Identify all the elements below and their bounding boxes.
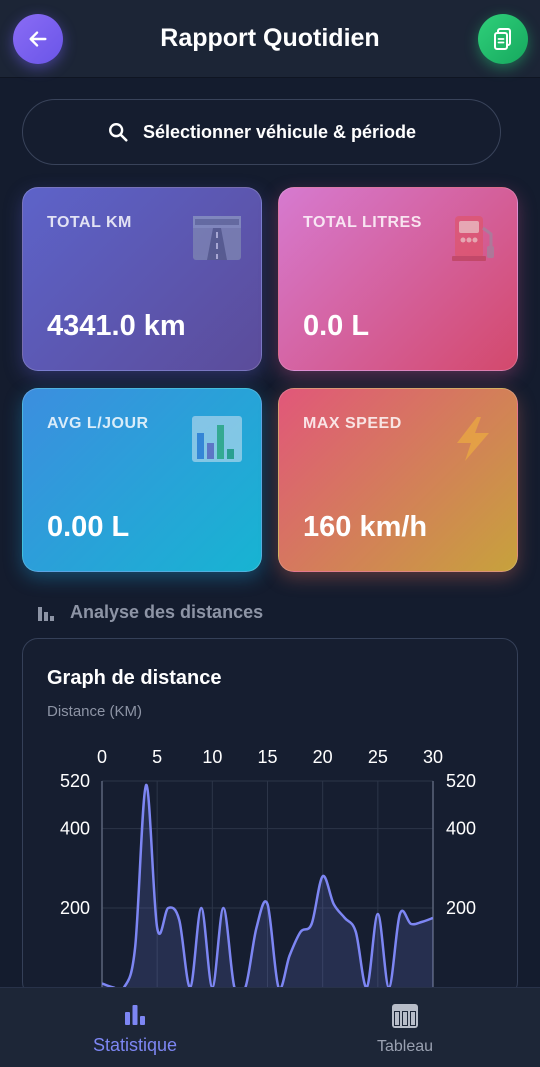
fuel-pump-icon	[452, 216, 494, 261]
x-tick-label: 30	[423, 747, 443, 767]
y-tick-label-left: 520	[60, 771, 90, 791]
x-tick-label: 10	[202, 747, 222, 767]
page-title: Rapport Quotidien	[160, 24, 380, 52]
document-icon	[494, 28, 511, 50]
distance-analysis-heading: Analyse des distances	[36, 602, 263, 623]
card-label: AVG L/JOUR	[47, 415, 149, 432]
x-tick-label: 20	[313, 747, 333, 767]
y-tick-label-left: 400	[60, 819, 90, 839]
distance-line-chart: 0 5 10 15 20 25 30520 520400 400200 200	[60, 747, 476, 997]
total-litres-card: TOTAL LITRES 0.0 L	[278, 187, 518, 371]
selector-label: Sélectionner véhicule & période	[142, 121, 417, 142]
card-value: 160 km/h	[303, 511, 428, 543]
y-tick-label-right: 200	[446, 898, 476, 918]
card-label: TOTAL KM	[47, 214, 132, 231]
search-icon	[108, 123, 128, 142]
bottom-navigation: Statistique Tableau	[0, 987, 540, 1067]
card-label: MAX SPEED	[303, 415, 402, 432]
table-icon	[392, 1004, 418, 1028]
avg-litres-per-day-card: AVG L/JOUR 0.00 L	[22, 388, 262, 572]
road-icon	[193, 216, 241, 260]
x-tick-label: 5	[152, 747, 162, 767]
nav-tab-tableau[interactable]: Tableau	[270, 988, 540, 1067]
app-bar: Rapport Quotidien	[0, 0, 540, 78]
total-km-card: TOTAL KM 4341.0 km	[22, 187, 262, 371]
x-tick-label: 25	[368, 747, 388, 767]
lightning-icon	[457, 417, 489, 461]
max-speed-card: MAX SPEED 160 km/h	[278, 388, 518, 572]
export-document-button[interactable]	[478, 14, 528, 64]
bar-chart-icon	[125, 1005, 145, 1025]
card-value: 0.00 L	[47, 511, 130, 543]
bar-chart-icon	[192, 416, 242, 462]
distance-chart-card: Graph de distance Distance (KM) 0 5 10 15 20…	[22, 638, 518, 998]
x-tick-label: 15	[257, 747, 277, 767]
card-value: 0.0 L	[303, 310, 370, 342]
bar-chart-icon	[38, 606, 54, 621]
card-label: TOTAL LITRES	[303, 214, 422, 231]
nav-label: Tableau	[376, 1038, 434, 1055]
card-value: 4341.0 km	[47, 310, 186, 342]
nav-label: Statistique	[92, 1035, 178, 1055]
y-tick-label-left: 200	[60, 898, 90, 918]
y-tick-label-right: 520	[446, 771, 476, 791]
section-label: Analyse des distances	[70, 602, 264, 622]
x-tick-label: 0	[97, 747, 107, 767]
nav-tab-statistique[interactable]: Statistique	[0, 988, 270, 1067]
vehicle-period-selector[interactable]: Sélectionner véhicule & période	[22, 99, 501, 165]
y-tick-label-right: 400	[446, 819, 476, 839]
